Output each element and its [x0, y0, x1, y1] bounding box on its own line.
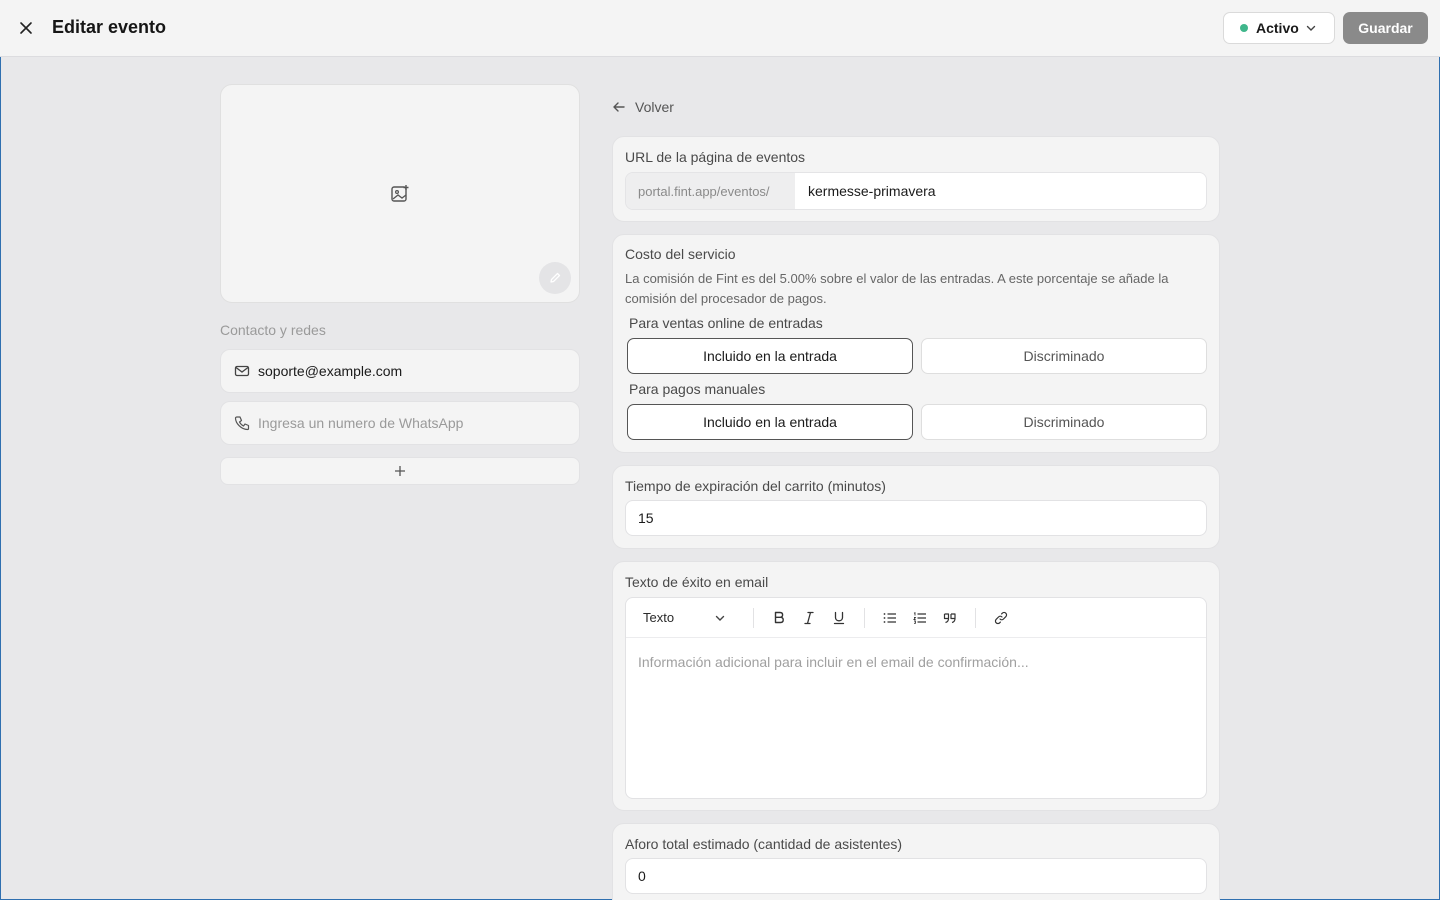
add-contact-button[interactable]	[220, 457, 580, 485]
editor-toolbar: Texto	[626, 598, 1206, 638]
url-label: URL de la página de eventos	[625, 149, 806, 165]
quote-icon[interactable]	[935, 604, 965, 632]
contact-section-label: Contacto y redes	[220, 322, 326, 338]
phone-icon	[233, 414, 251, 432]
chevron-down-icon	[714, 612, 726, 624]
cart-expiry-label: Tiempo de expiración del carrito (minuto…	[625, 478, 886, 494]
url-field[interactable]: portal.fint.app/eventos/ kermesse-primav…	[625, 172, 1207, 210]
service-cost-label: Costo del servicio	[625, 246, 736, 262]
pencil-icon	[550, 272, 561, 283]
editor-body[interactable]: Información adicional para incluir en el…	[626, 638, 1206, 686]
underline-icon[interactable]	[824, 604, 854, 632]
email-input[interactable]	[258, 363, 558, 379]
back-label: Volver	[635, 99, 674, 115]
toolbar-divider	[753, 607, 754, 628]
capacity-label: Aforo total estimado (cantidad de asiste…	[625, 836, 903, 852]
service-cost-description: La comisión de Fint es del 5.00% sobre e…	[625, 271, 1169, 306]
back-link[interactable]: Volver	[612, 99, 674, 115]
whatsapp-input[interactable]	[258, 415, 558, 431]
toolbar-divider	[975, 607, 976, 628]
close-icon[interactable]	[16, 18, 36, 38]
online-sales-label: Para ventas online de entradas	[629, 315, 823, 331]
text-format-select[interactable]: Texto	[643, 610, 743, 625]
numbered-list-icon[interactable]	[905, 604, 935, 632]
plus-icon	[395, 466, 405, 476]
whatsapp-contact-field[interactable]	[220, 401, 580, 445]
page-title: Editar evento	[52, 17, 167, 37]
email-text-card: Texto de éxito en email Texto Informació…	[612, 561, 1220, 811]
italic-icon[interactable]	[794, 604, 824, 632]
rich-text-editor: Texto Información adicional para incluir…	[625, 597, 1207, 799]
status-label: Activo	[1256, 20, 1299, 36]
online-itemized-option[interactable]: Discriminado	[921, 338, 1207, 374]
email-contact-field[interactable]	[220, 349, 580, 393]
chevron-down-icon	[1305, 22, 1317, 34]
link-icon[interactable]	[986, 604, 1016, 632]
edit-cover-button[interactable]	[539, 262, 571, 294]
status-dot	[1240, 24, 1248, 32]
save-button[interactable]: Guardar	[1343, 12, 1428, 44]
arrow-left-icon	[612, 100, 626, 114]
toolbar-divider	[864, 607, 865, 628]
url-card: URL de la página de eventos portal.fint.…	[612, 136, 1220, 222]
cart-expiry-card: Tiempo de expiración del carrito (minuto…	[612, 465, 1220, 549]
capacity-input[interactable]: 0	[625, 858, 1207, 894]
service-cost-card: Costo del servicio La comisión de Fint e…	[612, 234, 1220, 453]
cart-expiry-input[interactable]: 15	[625, 500, 1207, 536]
url-slug-input[interactable]: kermesse-primavera	[795, 173, 1206, 209]
bold-icon[interactable]	[764, 604, 794, 632]
url-prefix: portal.fint.app/eventos/	[626, 173, 795, 209]
status-dropdown[interactable]: Activo	[1223, 12, 1335, 44]
editor-placeholder: Información adicional para incluir en el…	[638, 654, 1029, 670]
manual-included-option[interactable]: Incluido en la entrada	[627, 404, 913, 440]
text-format-value: Texto	[643, 610, 675, 625]
add-image-icon[interactable]	[390, 184, 410, 209]
online-included-option[interactable]: Incluido en la entrada	[627, 338, 913, 374]
mail-icon	[233, 362, 251, 380]
capacity-card: Aforo total estimado (cantidad de asiste…	[612, 823, 1220, 900]
email-text-label: Texto de éxito en email	[625, 574, 769, 590]
manual-itemized-option[interactable]: Discriminado	[921, 404, 1207, 440]
manual-payments-label: Para pagos manuales	[629, 381, 766, 397]
top-bar: Editar evento Activo Guardar	[0, 0, 1440, 57]
cover-image-upload[interactable]	[220, 84, 580, 303]
bullet-list-icon[interactable]	[875, 604, 905, 632]
